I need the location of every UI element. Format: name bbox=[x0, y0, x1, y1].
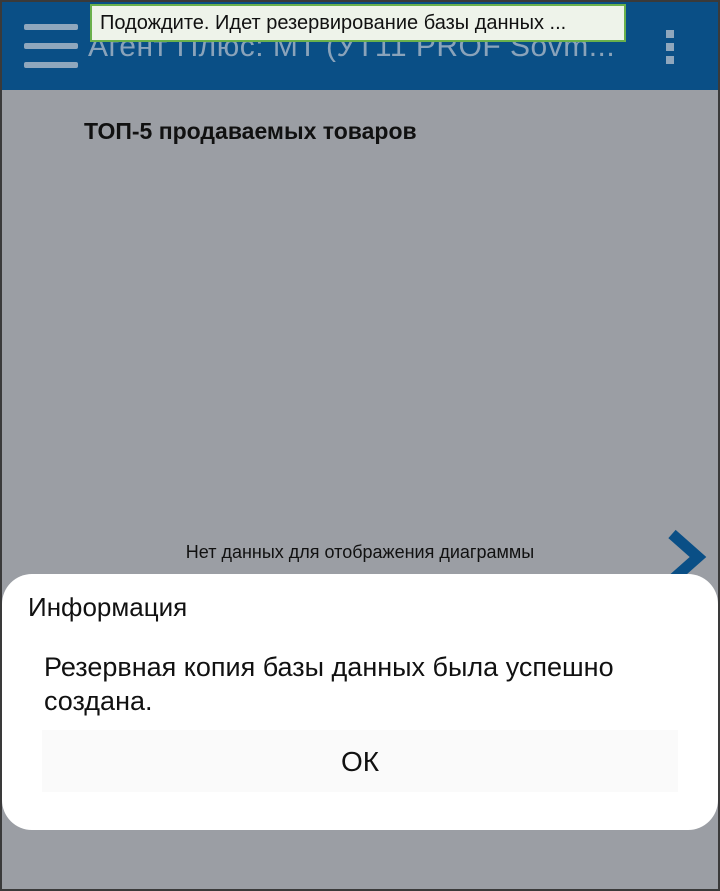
screen: Агент Плюс: МТ (УТ11 PROF Sovm... Подожд… bbox=[2, 2, 718, 889]
dialog-message: Резервная копия базы данных была успешно… bbox=[44, 652, 614, 716]
dialog-title: Информация bbox=[28, 592, 188, 622]
more-vert-icon[interactable] bbox=[666, 30, 674, 66]
section-title: ТОП-5 продаваемых товаров bbox=[84, 118, 417, 144]
ok-button[interactable]: ОК bbox=[42, 730, 678, 792]
backup-progress-toast: Подождите. Идет резервирование базы данн… bbox=[90, 4, 626, 42]
info-dialog: Информация Резервная копия базы данных б… bbox=[2, 574, 718, 830]
chart-empty-message: Нет данных для отображения диаграммы bbox=[185, 542, 535, 562]
hamburger-menu-icon[interactable] bbox=[24, 24, 78, 70]
